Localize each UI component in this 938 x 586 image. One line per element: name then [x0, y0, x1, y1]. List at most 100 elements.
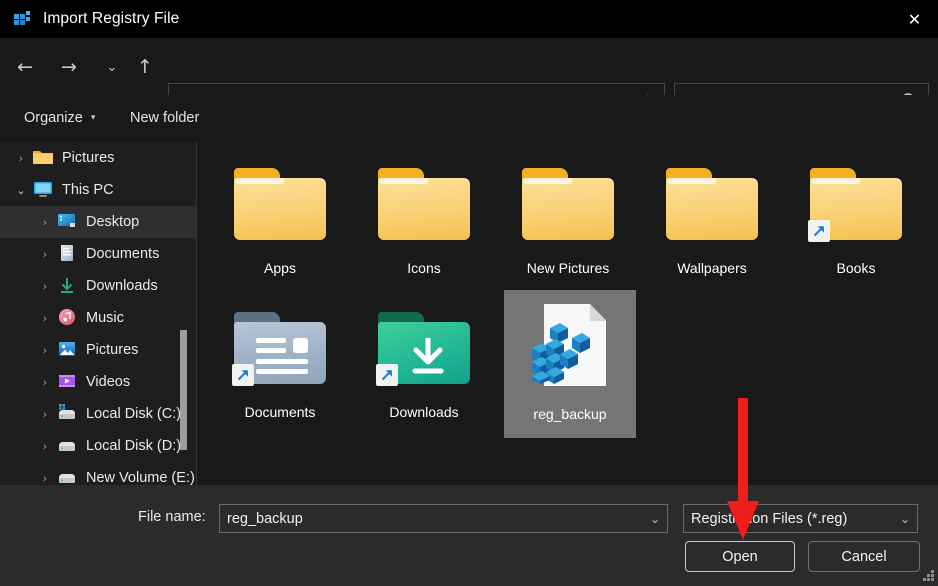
navigation-pane[interactable]: › Pictures ⌄ This PC › Desktop › Documen…	[0, 142, 197, 485]
sidebar-item-label: Pictures	[62, 150, 115, 166]
cancel-button[interactable]: Cancel	[808, 541, 920, 572]
registry-icon	[12, 9, 32, 29]
sidebar-item-new-volume-e[interactable]: › New Volume (E:)	[0, 462, 197, 485]
sidebar-item-desktop[interactable]: › Desktop	[0, 206, 197, 238]
file-name: Apps	[264, 260, 296, 276]
file-name: New Pictures	[526, 260, 610, 276]
sidebar-item-downloads[interactable]: › Downloads	[0, 270, 197, 302]
sidebar-item-local-disk-c[interactable]: › Local Disk (C:)	[0, 398, 197, 430]
pictures-icon	[56, 340, 78, 360]
drive-icon	[56, 436, 78, 456]
shortcut-overlay-icon	[376, 364, 398, 386]
resize-grip[interactable]	[922, 570, 935, 583]
back-icon[interactable]: ←	[8, 50, 42, 84]
dialog-footer	[0, 485, 938, 586]
up-icon[interactable]: ↑	[128, 50, 162, 84]
organize-button[interactable]: Organize ▾	[16, 103, 103, 133]
file-name: Documents	[244, 404, 316, 420]
sidebar-item-label: New Volume (E:)	[86, 470, 195, 485]
sidebar-item-label: Videos	[86, 374, 131, 390]
chevron-right-icon[interactable]: ›	[34, 344, 56, 357]
file-grid: Apps Icons New Pictures Wallpapers Books…	[197, 142, 938, 485]
file-name: reg_backup	[533, 406, 607, 422]
chevron-down-icon[interactable]: ⌄	[650, 512, 660, 526]
chevron-right-icon[interactable]: ›	[34, 440, 56, 453]
file-name: Wallpapers	[677, 260, 747, 276]
system-drive-icon	[56, 404, 78, 424]
sidebar-scrollbar-thumb[interactable]	[180, 330, 187, 450]
monitor-icon	[32, 180, 54, 200]
chevron-down-icon[interactable]: ⌄	[10, 184, 32, 197]
forward-icon[interactable]: →	[52, 50, 86, 84]
file-item-new-pictures[interactable]: New Pictures	[502, 150, 634, 290]
folder-icon	[520, 160, 616, 254]
file-name: Downloads	[389, 404, 459, 420]
registry-file-icon	[522, 300, 618, 400]
chevron-right-icon[interactable]: ›	[34, 280, 56, 293]
sidebar-item-label: Documents	[86, 246, 160, 262]
downloads-icon	[56, 276, 78, 296]
folder-icon	[808, 160, 904, 254]
open-button[interactable]: Open	[685, 541, 795, 572]
file-name: Books	[836, 260, 876, 276]
chevron-down-icon: ▾	[90, 113, 96, 123]
music-icon	[56, 308, 78, 328]
sidebar-item-pictures-quick[interactable]: › Pictures	[0, 142, 197, 174]
folder-icon	[232, 160, 328, 254]
documents-folder-icon	[232, 304, 328, 398]
sidebar-item-local-disk-d[interactable]: › Local Disk (D:)	[0, 430, 197, 462]
import-registry-file-dialog: Import Registry File ✕ ← → ⌄ ↑ This	[0, 0, 938, 586]
new-folder-button[interactable]: New folder	[122, 103, 207, 133]
window-title: Import Registry File	[43, 10, 180, 27]
chevron-right-icon[interactable]: ›	[34, 472, 56, 485]
sidebar-item-label: Pictures	[86, 342, 139, 358]
file-name-input[interactable]: reg_backup ⌄	[219, 504, 668, 533]
title-bar: Import Registry File ✕	[0, 0, 938, 38]
sidebar-item-this-pc[interactable]: ⌄ This PC	[0, 174, 197, 206]
chevron-right-icon[interactable]: ›	[34, 248, 56, 261]
sidebar-item-label: Local Disk (C:)	[86, 406, 182, 422]
file-item-reg-backup[interactable]: reg_backup	[504, 290, 636, 438]
sidebar-item-label: Music	[86, 310, 124, 326]
sidebar-item-label: Desktop	[86, 214, 140, 230]
shortcut-overlay-icon	[808, 220, 830, 242]
download-arrow-icon	[411, 336, 445, 376]
file-name-value: reg_backup	[227, 510, 303, 527]
file-item-books[interactable]: Books	[790, 150, 922, 290]
file-name: Icons	[407, 260, 441, 276]
document-lines-icon	[256, 338, 312, 374]
chevron-right-icon[interactable]: ›	[34, 376, 56, 389]
shortcut-overlay-icon	[232, 364, 254, 386]
sidebar-item-label: Downloads	[86, 278, 158, 294]
file-list-pane[interactable]: Apps Icons New Pictures Wallpapers Books…	[197, 142, 938, 485]
chevron-down-icon[interactable]: ⌄	[900, 512, 910, 526]
folder-icon	[32, 148, 54, 168]
drive-icon	[56, 468, 78, 485]
desktop-icon	[56, 212, 78, 232]
file-item-wallpapers[interactable]: Wallpapers	[646, 150, 778, 290]
file-item-documents[interactable]: Documents	[214, 294, 346, 434]
sidebar-item-music[interactable]: › Music	[0, 302, 197, 334]
chevron-right-icon[interactable]: ›	[34, 312, 56, 325]
downloads-folder-icon	[376, 304, 472, 398]
chevron-right-icon[interactable]: ›	[34, 216, 56, 229]
navigation-bar: ← → ⌄ ↑ This PC › Desktop ⌄	[0, 38, 938, 122]
sidebar-item-videos[interactable]: › Videos	[0, 366, 197, 398]
documents-icon	[56, 244, 78, 264]
annotation-arrow-icon	[726, 398, 760, 540]
close-icon[interactable]: ✕	[891, 0, 938, 38]
chevron-right-icon[interactable]: ›	[34, 408, 56, 421]
sidebar-item-label: Local Disk (D:)	[86, 438, 182, 454]
file-item-downloads[interactable]: Downloads	[358, 294, 490, 434]
file-type-dropdown[interactable]: Registration Files (*.reg) ⌄	[683, 504, 918, 533]
recent-locations-icon[interactable]: ⌄	[95, 50, 129, 84]
file-item-icons[interactable]: Icons	[358, 150, 490, 290]
file-item-apps[interactable]: Apps	[214, 150, 346, 290]
sidebar-item-label: This PC	[62, 182, 114, 198]
sidebar-item-pictures[interactable]: › Pictures	[0, 334, 197, 366]
sidebar-item-documents[interactable]: › Documents	[0, 238, 197, 270]
folder-icon	[664, 160, 760, 254]
chevron-right-icon[interactable]: ›	[10, 152, 32, 165]
command-bar: Organize ▾ New folder ▾ ?	[0, 95, 938, 228]
file-name-label: File name:	[138, 509, 206, 525]
